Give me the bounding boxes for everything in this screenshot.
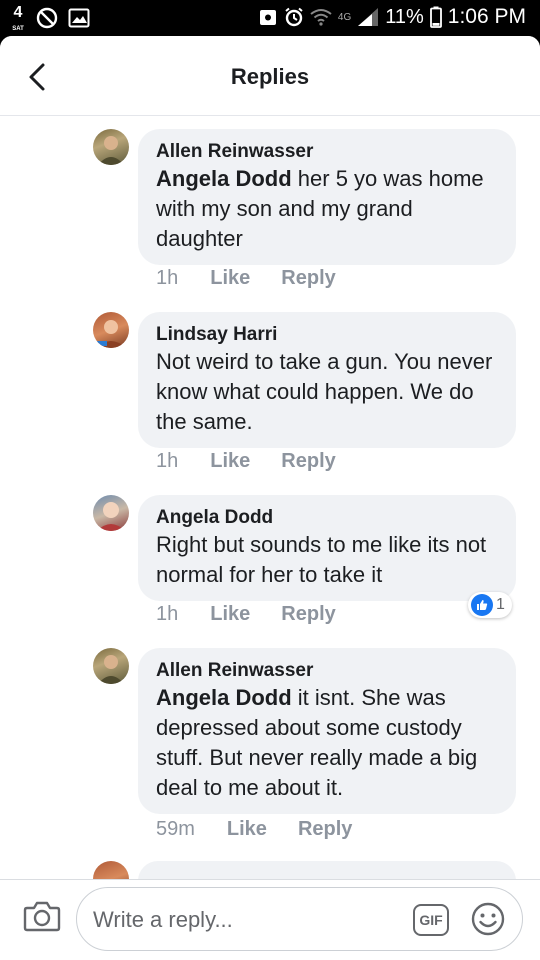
reply-button[interactable]: Reply [281, 450, 335, 473]
comment-item: Angela Dodd Right but sounds to me like … [93, 495, 518, 635]
comment-list[interactable]: Allen Reinwasser Angela Dodd her 5 yo wa… [0, 116, 540, 879]
reply-button[interactable]: Reply [281, 603, 335, 626]
network-type-label: 4G [337, 11, 352, 23]
comment-time: 1h [156, 450, 179, 472]
comment-actions: 1h Like Reply [156, 450, 336, 473]
like-button[interactable]: Like [210, 603, 250, 626]
wifi-icon [310, 9, 332, 26]
calendar-date-icon: 4 SAT [10, 4, 26, 33]
comment-time: 1h [156, 603, 179, 625]
reply-composer: Write a reply... GIF [0, 879, 540, 960]
do-not-disturb-icon [36, 7, 58, 29]
alarm-clock-icon [285, 7, 303, 27]
status-date-day: 4 [13, 4, 23, 21]
avatar[interactable] [93, 129, 129, 165]
comment-author[interactable]: Allen Reinwasser [156, 140, 498, 164]
comment-item: Allen Reinwasser Angela Dodd it isnt. Sh… [93, 648, 518, 848]
emoji-button[interactable] [470, 901, 506, 937]
comment-item: Lindsay Harri Not weird to take a gun. Y… [93, 312, 518, 482]
status-date-weekday: SAT [12, 26, 24, 32]
status-time: 1:06 PM [447, 5, 526, 28]
comment-bubble [138, 861, 516, 879]
battery-icon [429, 6, 442, 28]
mention-link[interactable]: Angela Dodd [156, 685, 292, 710]
comment-bubble: Lindsay Harri Not weird to take a gun. Y… [138, 312, 516, 448]
comment-body: Not weird to take a gun. You never know … [156, 349, 493, 434]
alarm-lock-icon [259, 10, 276, 25]
header: Replies [0, 36, 540, 116]
comment-actions: 1h Like Reply [156, 603, 336, 626]
comment-item-partial [93, 861, 518, 879]
comment-actions: 1h Like Reply [156, 267, 336, 290]
comment-bubble: Angela Dodd Right but sounds to me like … [138, 495, 516, 601]
mention-link[interactable]: Angela Dodd [156, 166, 292, 191]
comment-actions: 59m Like Reply [156, 818, 352, 841]
reaction-count: 1 [496, 596, 505, 613]
status-left: 4 SAT [10, 4, 90, 33]
camera-icon [23, 901, 61, 932]
gallery-icon [68, 8, 90, 28]
comment-author[interactable]: Angela Dodd [156, 506, 498, 530]
reaction-badge[interactable]: 1 [468, 592, 512, 618]
comment-bubble: Allen Reinwasser Angela Dodd her 5 yo wa… [138, 129, 516, 265]
comment-time: 1h [156, 267, 179, 289]
page-title: Replies [230, 64, 310, 89]
reply-input[interactable]: Write a reply... GIF [76, 887, 523, 951]
signal-strength-icon [358, 8, 379, 26]
camera-button[interactable] [22, 896, 62, 936]
comment-time: 59m [156, 818, 195, 840]
gif-icon[interactable]: GIF [413, 904, 449, 936]
avatar[interactable] [93, 495, 129, 531]
avatar[interactable] [93, 648, 129, 684]
avatar[interactable] [93, 861, 129, 879]
emoji-icon [471, 902, 505, 936]
reply-placeholder: Write a reply... [93, 907, 233, 932]
status-bar: 4 SAT 4G 11% 1:06 PM [0, 0, 540, 36]
comment-author[interactable]: Lindsay Harri [156, 323, 498, 347]
comment-bubble: Allen Reinwasser Angela Dodd it isnt. Sh… [138, 648, 516, 814]
like-thumb-icon [471, 594, 493, 616]
comment-text: Angela Dodd it isnt. She was depressed a… [156, 683, 498, 803]
status-right: 4G 11% 1:06 PM [258, 5, 526, 29]
replies-screen: Replies Allen Reinwasser Angela Dodd her… [0, 36, 540, 960]
avatar[interactable] [93, 312, 129, 348]
reply-button[interactable]: Reply [281, 267, 335, 290]
comment-text: Angela Dodd her 5 yo was home with my so… [156, 164, 498, 254]
like-button[interactable]: Like [227, 818, 267, 841]
comment-author[interactable]: Allen Reinwasser [156, 659, 498, 683]
like-button[interactable]: Like [210, 267, 250, 290]
battery-percent: 11% [385, 5, 424, 28]
comment-body: Right but sounds to me like its not norm… [156, 532, 487, 587]
comment-item: Allen Reinwasser Angela Dodd her 5 yo wa… [93, 129, 518, 299]
reply-button[interactable]: Reply [298, 818, 352, 841]
like-button[interactable]: Like [210, 450, 250, 473]
